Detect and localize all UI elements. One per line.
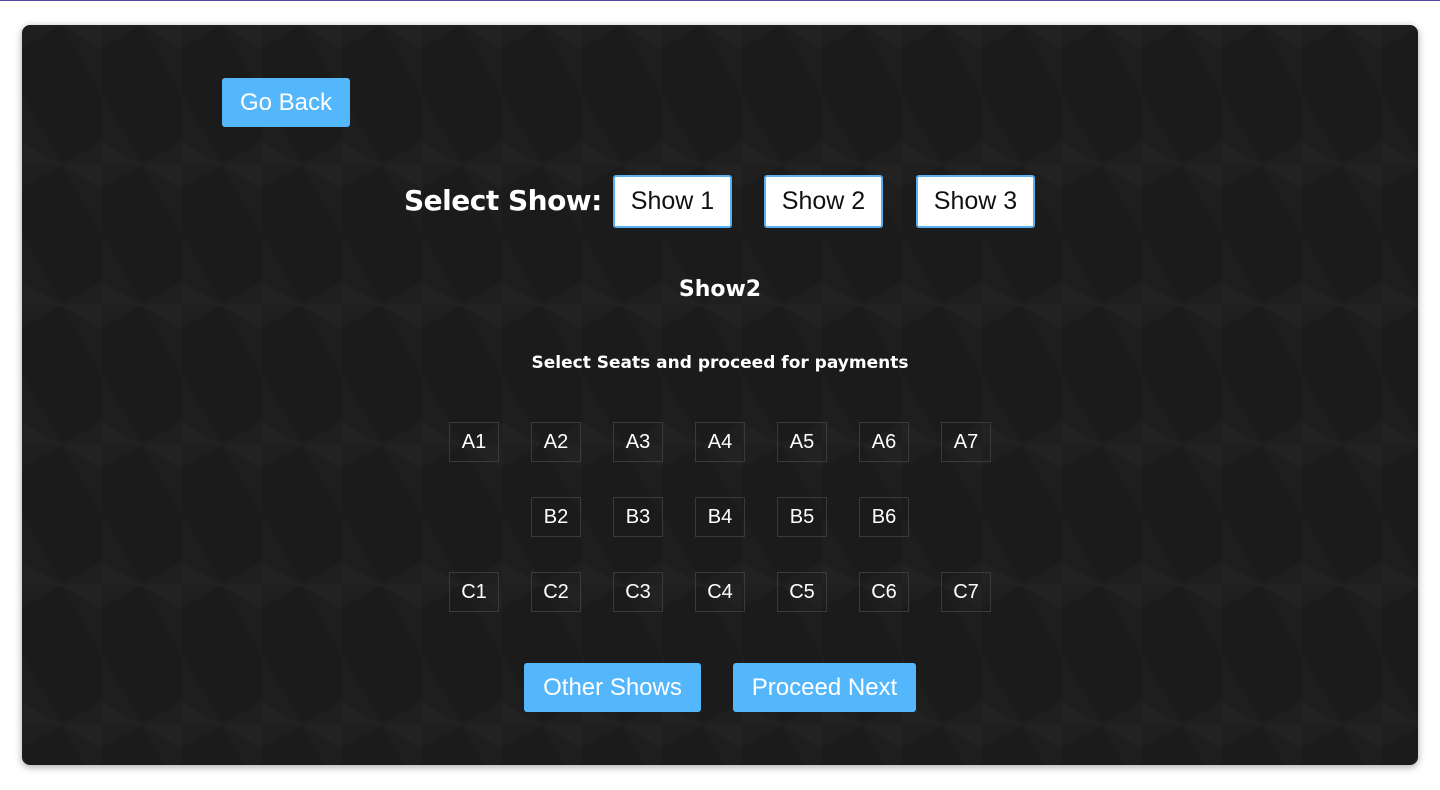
seat-instructions: Select Seats and proceed for payments: [531, 353, 909, 373]
seat-a2[interactable]: A2: [531, 422, 581, 462]
seat-b4[interactable]: B4: [695, 497, 745, 537]
seat-a3[interactable]: A3: [613, 422, 663, 462]
seat-row-c: C1 C2 C3 C4 C5 C6 C7: [22, 572, 1418, 612]
seat-b2[interactable]: B2: [531, 497, 581, 537]
seat-row-b: B2 B3 B4 B5 B6: [22, 497, 1418, 537]
seat-row-a: A1 A2 A3 A4 A5 A6 A7: [22, 422, 1418, 462]
seat-b5[interactable]: B5: [777, 497, 827, 537]
seat-a6[interactable]: A6: [859, 422, 909, 462]
show-1-button[interactable]: Show 1: [613, 175, 732, 228]
seat-c1[interactable]: C1: [449, 572, 499, 612]
seat-c7[interactable]: C7: [941, 572, 991, 612]
seat-b6[interactable]: B6: [859, 497, 909, 537]
go-back-button[interactable]: Go Back: [222, 78, 350, 127]
seat-c5[interactable]: C5: [777, 572, 827, 612]
current-show-title: Show2: [678, 277, 762, 302]
seat-a7[interactable]: A7: [941, 422, 991, 462]
show-2-button[interactable]: Show 2: [764, 175, 883, 228]
show-selector: Select Show: Show 1 Show 2 Show 3: [22, 175, 1418, 229]
seat-c3[interactable]: C3: [613, 572, 663, 612]
seat-c2[interactable]: C2: [531, 572, 581, 612]
top-divider: [0, 0, 1440, 1]
booking-panel: Go Back Select Show: Show 1 Show 2 Show …: [22, 25, 1418, 765]
seat-c6[interactable]: C6: [859, 572, 909, 612]
seat-a4[interactable]: A4: [695, 422, 745, 462]
seat-a1[interactable]: A1: [449, 422, 499, 462]
seat-b3[interactable]: B3: [613, 497, 663, 537]
show-3-button[interactable]: Show 3: [916, 175, 1035, 228]
other-shows-button[interactable]: Other Shows: [524, 663, 701, 712]
seat-c4[interactable]: C4: [695, 572, 745, 612]
seat-a5[interactable]: A5: [777, 422, 827, 462]
select-show-label: Select Show:: [404, 184, 602, 217]
proceed-next-button[interactable]: Proceed Next: [733, 663, 916, 712]
